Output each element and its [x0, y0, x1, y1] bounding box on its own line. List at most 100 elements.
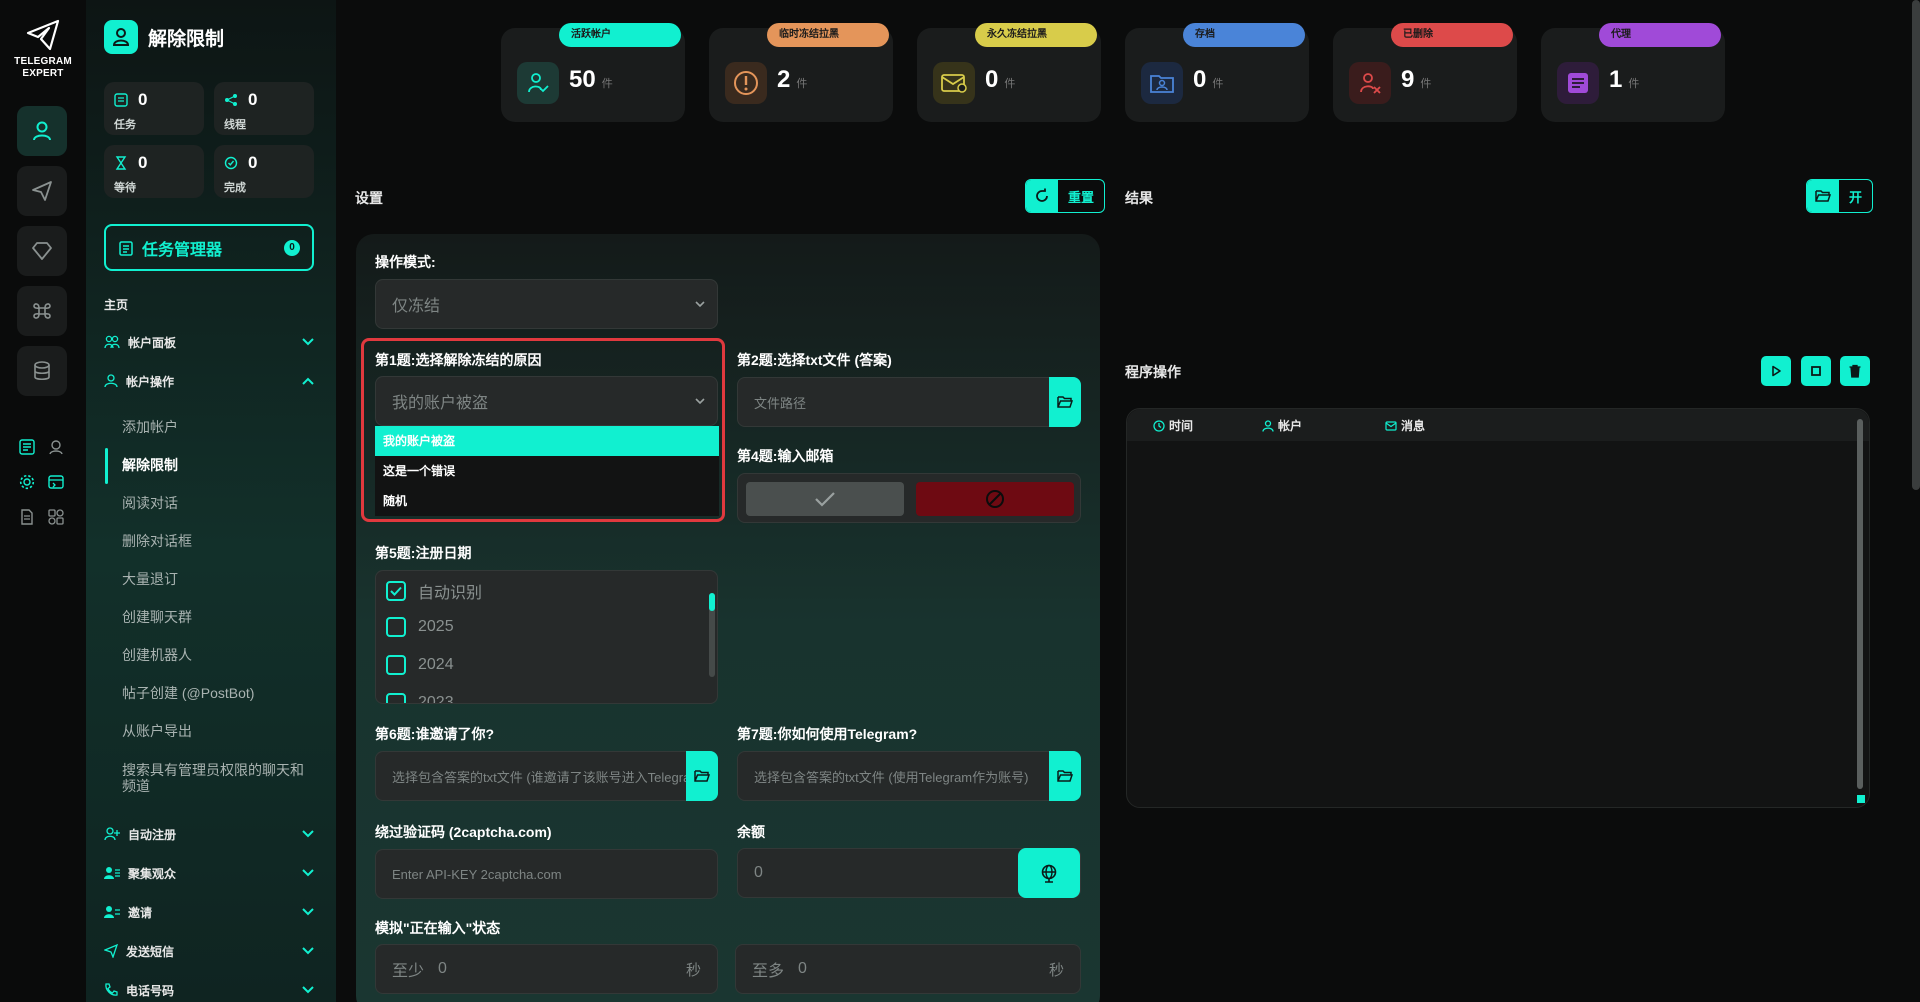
rail-command-button[interactable]: [17, 286, 67, 336]
q6-browse-button[interactable]: [686, 751, 718, 801]
phone-icon: [105, 983, 118, 996]
sidebar-group-send-sms[interactable]: 发送短信: [104, 940, 314, 962]
sidebar-group-phone-number[interactable]: 电话号码: [104, 979, 314, 1001]
reset-button[interactable]: 重置: [1025, 179, 1106, 213]
list-icon: [19, 439, 35, 455]
q1-option[interactable]: 随机: [375, 486, 719, 516]
play-icon: [1772, 365, 1781, 377]
q6-file-input[interactable]: 选择包含答案的txt文件 (谁邀请了该账号进入Telegram): [375, 751, 718, 801]
typing-max-value: 0: [798, 960, 807, 977]
top-card-pill: 临时冻结拉黑: [767, 23, 889, 47]
top-card-archive[interactable]: 存档 0件: [1125, 23, 1309, 122]
app-logo: TELEGRAM EXPERT: [11, 18, 75, 80]
q7-browse-button[interactable]: [1049, 751, 1081, 801]
q7-file-input[interactable]: 选择包含答案的txt文件 (使用Telegram作为账号): [737, 751, 1081, 801]
sidebar-item-create-bot[interactable]: 创建机器人: [122, 647, 314, 663]
op-mode-select[interactable]: 仅冻结: [375, 279, 718, 329]
sidebar-item-mass-unsubscribe[interactable]: 大量退订: [122, 571, 314, 587]
rail-settings-button[interactable]: [16, 471, 38, 493]
checkbox[interactable]: [386, 693, 406, 703]
sidebar-active-indicator: [105, 448, 108, 484]
users-icon: [104, 867, 120, 879]
sidebar-item-create-chat[interactable]: 创建聊天群: [122, 609, 314, 625]
log-col-time-label: 时间: [1169, 419, 1194, 433]
q5-option-2024[interactable]: 2024: [386, 655, 454, 675]
sidebar-group-gather-audience[interactable]: 聚集观众: [104, 862, 314, 884]
rail-widgets-button[interactable]: [45, 506, 67, 528]
q1-select[interactable]: 我的账户被盗: [375, 376, 718, 426]
rail-database-button[interactable]: [17, 346, 67, 396]
top-card-perm-frozen[interactable]: 永久冻结拉黑 0件: [917, 23, 1101, 122]
top-card-value-wrap: 1件: [1609, 66, 1639, 94]
user-check-icon: [528, 73, 549, 93]
user-icon: [1262, 419, 1274, 432]
results-title: 结果: [1125, 190, 1153, 206]
rail-accounts-button[interactable]: [17, 106, 67, 156]
checkbox[interactable]: [386, 581, 406, 601]
typing-min-input[interactable]: 至少 0 秒: [375, 944, 718, 994]
stop-button[interactable]: [1801, 356, 1831, 386]
sidebar-item-add-account[interactable]: 添加帐户: [122, 419, 314, 435]
q2-file-input[interactable]: 文件路径: [737, 377, 1081, 427]
log-scrollbar[interactable]: [1857, 419, 1863, 789]
page-scrollbar[interactable]: [1912, 0, 1920, 490]
q6-label: 第6题:谁邀请了你?: [375, 726, 494, 742]
q4-email-toggle: [737, 473, 1081, 523]
q5-option-label: 2024: [418, 656, 454, 673]
typing-max-input[interactable]: 至多 0 秒: [735, 944, 1081, 994]
ban-icon: [986, 490, 1004, 508]
diamond-icon: [32, 242, 52, 260]
stat-card-tasks: 0 任务: [104, 82, 204, 135]
results-open-button[interactable]: 开: [1806, 179, 1874, 213]
sidebar-item-postbot[interactable]: 帖子创建 (@PostBot): [122, 685, 314, 701]
task-manager-button[interactable]: 任务管理器 0: [104, 224, 314, 271]
stat-tasks-label: 任务: [114, 119, 136, 131]
top-card-value: 2: [777, 66, 791, 93]
logo-text-line1: TELEGRAM: [14, 56, 72, 67]
sidebar-item-delete-dialogs[interactable]: 删除对话框: [122, 533, 314, 549]
rail-document-button[interactable]: [16, 506, 38, 528]
q5-option-2023[interactable]: 2023: [386, 693, 454, 703]
sidebar-group-account-ops[interactable]: 帐户操作: [104, 370, 314, 392]
top-card-icon-wrap: [1349, 62, 1391, 104]
top-card-icon-wrap: [517, 62, 559, 104]
q1-option[interactable]: 这是一个错误: [375, 456, 719, 486]
top-card-unit: 件: [1004, 78, 1016, 90]
q2-browse-button[interactable]: [1049, 377, 1081, 427]
sidebar-header: 解除限制: [104, 20, 224, 54]
top-card-proxy[interactable]: 代理 1件: [1541, 23, 1725, 122]
q5-scrollbar[interactable]: [709, 593, 715, 677]
clear-log-button[interactable]: [1840, 356, 1870, 386]
checkbox[interactable]: [386, 655, 406, 675]
q5-option-auto[interactable]: 自动识别: [386, 579, 482, 603]
hourglass-icon: [115, 156, 127, 170]
check-balance-button[interactable]: [1018, 848, 1080, 898]
sidebar-item-unrestrict[interactable]: 解除限制: [122, 457, 314, 473]
q5-option-2025[interactable]: 2025: [386, 617, 454, 637]
sidebar-group-invite[interactable]: 邀请: [104, 901, 314, 923]
sidebar-group-auto-register[interactable]: 自动注册: [104, 823, 314, 845]
sidebar-item-export[interactable]: 从账户导出: [122, 723, 314, 739]
q5-scrollbar-thumb[interactable]: [709, 593, 715, 611]
rail-list-button[interactable]: [16, 436, 38, 458]
rail-location-button[interactable]: [45, 436, 67, 458]
top-card-temp-frozen[interactable]: 临时冻结拉黑 2件: [709, 23, 893, 122]
sidebar-item-admin-search[interactable]: 搜索具有管理员权限的聊天和频道: [122, 762, 314, 794]
rail-window-button[interactable]: [45, 471, 67, 493]
captcha-api-input[interactable]: Enter API-KEY 2captcha.com: [375, 849, 718, 899]
sidebar-item-read-dialogs[interactable]: 阅读对话: [122, 495, 314, 511]
top-card-deleted[interactable]: 已删除 9件: [1333, 23, 1517, 122]
play-button[interactable]: [1761, 356, 1791, 386]
q4-confirm-button[interactable]: [746, 482, 904, 516]
q1-option[interactable]: 我的账户被盗: [375, 426, 719, 456]
mail-blocked-icon: [941, 74, 967, 93]
sidebar-group-account-panel[interactable]: 帐户面板: [104, 331, 314, 353]
rail-diamond-button[interactable]: [17, 226, 67, 276]
sidebar-section-home: 主页: [104, 298, 129, 312]
checkbox[interactable]: [386, 617, 406, 637]
typing-label: 模拟"正在输入"状态: [375, 920, 501, 936]
q4-cancel-button[interactable]: [916, 482, 1074, 516]
log-resize-handle[interactable]: [1857, 795, 1865, 803]
top-card-active-accounts[interactable]: 活跃帐户 50 件: [501, 23, 685, 122]
rail-send-button[interactable]: [17, 166, 67, 216]
